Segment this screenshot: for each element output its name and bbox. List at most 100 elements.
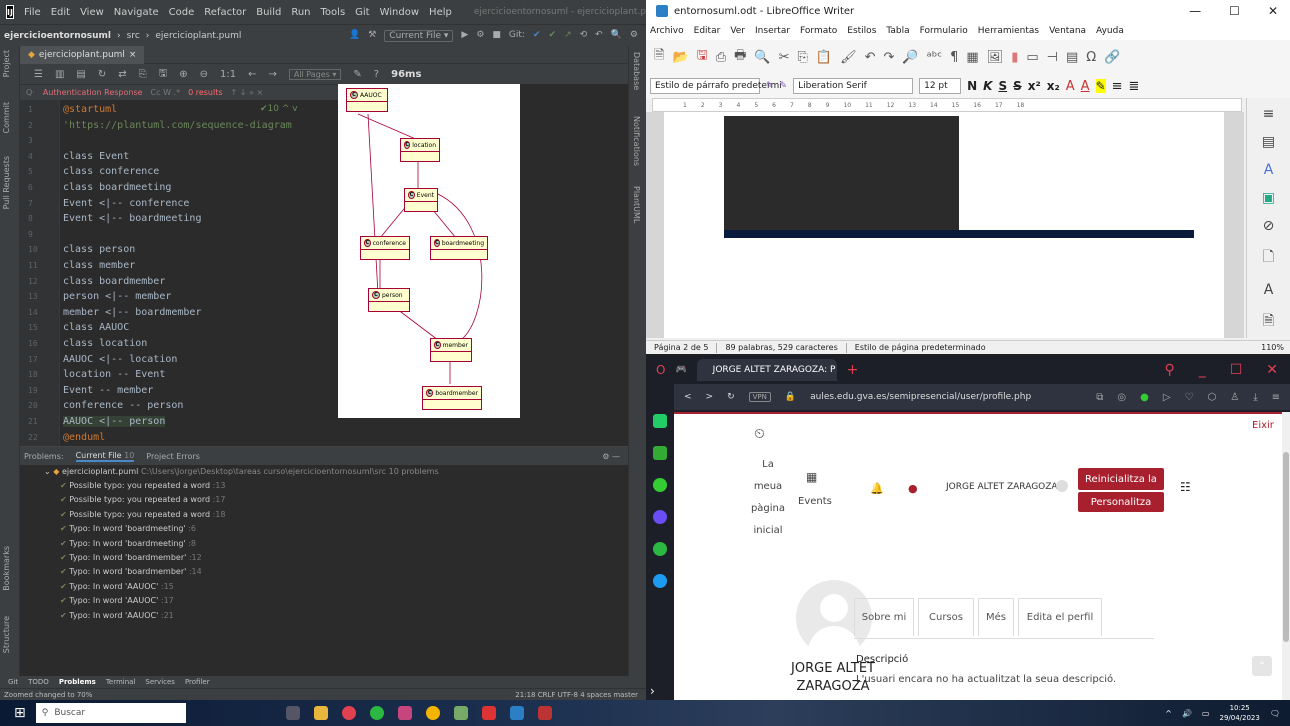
clone-icon[interactable]: 🖌 bbox=[840, 50, 857, 65]
status-info[interactable]: 21:18 CRLF UTF-8 4 spaces master bbox=[515, 691, 646, 699]
gear-icon[interactable]: ⚙ — bbox=[602, 452, 628, 461]
align-center-icon[interactable]: ≣ bbox=[1129, 79, 1140, 94]
menu-navigate[interactable]: Navigate bbox=[114, 7, 159, 18]
save-icon[interactable]: 🖫 bbox=[697, 46, 708, 68]
network-icon[interactable]: ▭ bbox=[1202, 709, 1210, 718]
events-link[interactable]: Events bbox=[798, 496, 832, 507]
clock[interactable]: 10:25 29/04/2023 bbox=[1219, 703, 1259, 723]
search-options[interactable]: Cc W .* bbox=[151, 88, 181, 97]
clear-format-icon[interactable]: A bbox=[1066, 79, 1075, 94]
home-link[interactable]: La meua pàgina inicial bbox=[748, 454, 788, 542]
reset-page-button[interactable]: Reinicialitza la bbox=[1078, 468, 1164, 490]
menu-window[interactable]: Window bbox=[380, 7, 419, 18]
avatar[interactable] bbox=[1056, 480, 1068, 492]
camera-icon[interactable]: ◎ bbox=[1117, 392, 1126, 403]
reload-icon[interactable]: ↻ bbox=[727, 392, 735, 402]
download-icon[interactable]: ⤓ bbox=[1253, 392, 1257, 403]
breadcrumb-project[interactable]: ejercicioentornosuml bbox=[4, 31, 111, 41]
code-line[interactable]: @enduml bbox=[63, 432, 105, 443]
menu-help[interactable]: Help bbox=[429, 7, 452, 18]
horizontal-ruler[interactable]: 1 2 3 4 5 6 7 8 9 10 11 12 13 14 15 16 17 18 bbox=[652, 98, 1242, 112]
code-line[interactable]: AAUOC <|-- location bbox=[63, 354, 177, 365]
gamepad-icon[interactable]: 🎮 bbox=[675, 365, 686, 375]
tool-database[interactable]: Database bbox=[632, 52, 641, 90]
code-line[interactable]: AAUOC <|-- person bbox=[63, 416, 166, 427]
messages-icon[interactable]: ● bbox=[908, 482, 918, 495]
url-input[interactable]: aules.edu.gva.es/semipresencial/user/pro… bbox=[810, 392, 1031, 402]
profile-icon[interactable]: ♙ bbox=[1230, 392, 1239, 403]
opera-icon[interactable] bbox=[341, 706, 356, 720]
pages-dropdown[interactable]: All Pages ▾ bbox=[288, 68, 342, 80]
problem-item[interactable]: ✔ Possible typo: you repeated a word :18 bbox=[60, 510, 225, 519]
superscript-button[interactable]: x² bbox=[1028, 79, 1041, 93]
field-icon[interactable]: ▤ bbox=[1066, 50, 1078, 65]
problem-item[interactable]: ✔ Typo: In word 'boardmeeting' :6 bbox=[60, 524, 196, 533]
open-icon[interactable]: 📂 bbox=[672, 50, 688, 65]
print-preview-icon[interactable]: 🔍 bbox=[754, 50, 770, 65]
tool-services[interactable]: Services bbox=[145, 678, 175, 686]
maximize-icon[interactable]: ☐ bbox=[1230, 362, 1243, 378]
whatsapp-icon[interactable] bbox=[369, 706, 384, 720]
new-style-icon[interactable]: ✎ bbox=[780, 81, 788, 91]
writer-menu-item[interactable]: Herramientas bbox=[978, 26, 1039, 36]
problem-item[interactable]: ✔ Typo: In word 'AAUOC' :15 bbox=[60, 582, 174, 591]
vpn-badge[interactable]: VPN bbox=[748, 392, 771, 402]
font-name-select[interactable]: Liberation Serif bbox=[793, 78, 914, 94]
writer-menu-item[interactable]: Formato bbox=[800, 26, 837, 36]
git-update-icon[interactable]: ✔ bbox=[533, 30, 541, 42]
tool-plantuml[interactable]: PlantUML bbox=[632, 186, 641, 223]
font-size-select[interactable]: 12 pt bbox=[919, 78, 962, 94]
textbox-icon[interactable]: ▭ bbox=[1026, 50, 1038, 65]
gimp-icon[interactable] bbox=[453, 706, 468, 720]
code-line[interactable]: class member bbox=[63, 260, 135, 271]
cut-icon[interactable]: ✂ bbox=[779, 50, 790, 65]
history-icon[interactable]: ⟲ bbox=[580, 30, 588, 42]
sync-icon[interactable]: ⇄ bbox=[118, 69, 126, 80]
twitch-icon[interactable] bbox=[653, 446, 667, 460]
writer-menu-item[interactable]: Ver bbox=[730, 26, 745, 36]
embedded-screenshot-image[interactable] bbox=[724, 116, 1194, 238]
hamburger-icon[interactable]: ≡ bbox=[1263, 106, 1275, 122]
zoom-actual[interactable]: 1:1 bbox=[220, 69, 236, 80]
page-break-icon[interactable]: ⊣ bbox=[1047, 50, 1058, 65]
split-icon[interactable]: ▥ bbox=[55, 69, 64, 80]
breadcrumb-src[interactable]: src bbox=[127, 31, 140, 41]
twitter-icon[interactable] bbox=[653, 574, 667, 588]
git-push-icon[interactable]: ↗ bbox=[564, 30, 572, 42]
prev-page-icon[interactable]: ← bbox=[248, 69, 256, 80]
refresh-icon[interactable]: ↻ bbox=[98, 69, 106, 80]
highlight-icon[interactable]: ✎ bbox=[1095, 79, 1106, 93]
tool-problems[interactable]: Problems bbox=[59, 678, 96, 686]
tool-terminal[interactable]: Terminal bbox=[106, 678, 136, 686]
image-icon[interactable]: 🖼 bbox=[987, 50, 1004, 65]
code-line[interactable]: class AAUOC bbox=[63, 322, 129, 333]
copy-icon[interactable]: ⎘ bbox=[139, 69, 147, 80]
calendar-icon[interactable]: ▦ bbox=[806, 470, 817, 484]
whatsapp-icon[interactable] bbox=[653, 542, 667, 556]
pdf-icon[interactable] bbox=[481, 706, 496, 720]
table-icon[interactable]: ▦ bbox=[966, 50, 978, 65]
document-page[interactable] bbox=[664, 112, 1224, 338]
menu-git[interactable]: Git bbox=[355, 7, 369, 18]
page-icon[interactable]: 🗋 bbox=[1263, 246, 1274, 270]
player-icon[interactable]: ▷ bbox=[1163, 392, 1171, 403]
paste-icon[interactable]: 📋 bbox=[816, 50, 832, 65]
browser-tab[interactable]: JORGE ALTET ZARAGOZA: P ✕ bbox=[696, 359, 837, 381]
problem-item[interactable]: ✔ Typo: In word 'boardmeeting' :8 bbox=[60, 539, 196, 548]
intellij-icon[interactable] bbox=[397, 706, 412, 720]
inspection-widget[interactable]: ✔10 ^ v bbox=[260, 104, 298, 114]
notifications-icon[interactable]: 🗨 bbox=[1270, 709, 1280, 718]
styles-icon[interactable]: A bbox=[1264, 162, 1274, 178]
zoom-in-icon[interactable]: ⊕ bbox=[179, 69, 187, 80]
italic-button[interactable]: K bbox=[983, 79, 992, 93]
shield-icon[interactable]: ● bbox=[1140, 392, 1149, 403]
tool-todo[interactable]: TODO bbox=[28, 678, 49, 686]
bold-button[interactable]: N bbox=[967, 79, 977, 93]
tab-project-errors[interactable]: Project Errors bbox=[146, 452, 200, 461]
forward-icon[interactable]: > bbox=[706, 392, 714, 402]
problem-item[interactable]: ✔ Typo: In word 'boardmember' :14 bbox=[60, 567, 202, 576]
tool-structure[interactable]: Structure bbox=[2, 616, 11, 653]
code-line[interactable]: 'https://plantuml.com/sequence-diagram bbox=[63, 120, 292, 131]
writer-menu-item[interactable]: Archivo bbox=[650, 26, 684, 36]
menu-tools[interactable]: Tools bbox=[321, 7, 346, 18]
